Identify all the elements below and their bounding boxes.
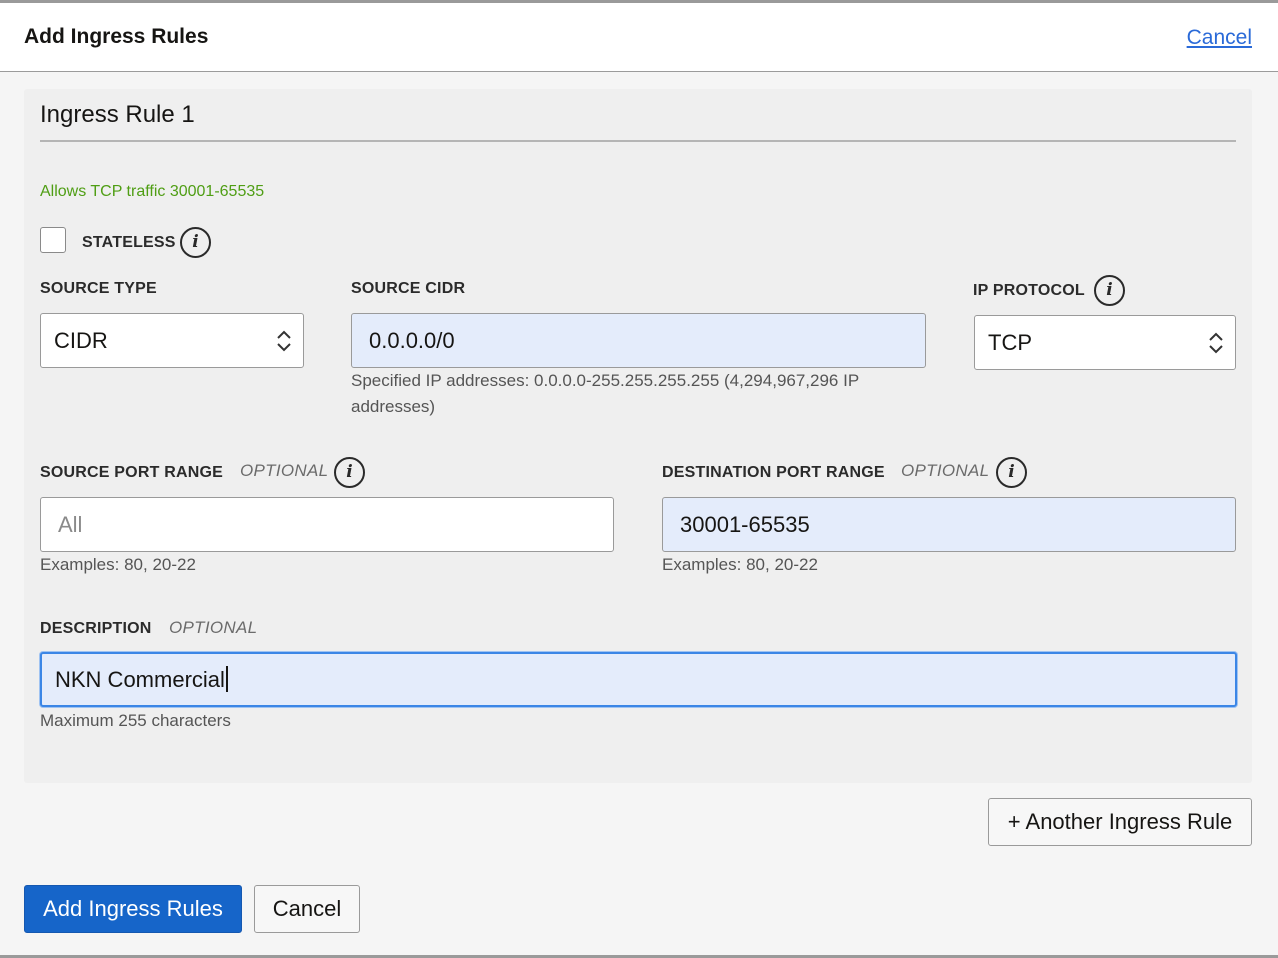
- ingress-rule-title: Ingress Rule 1: [40, 101, 195, 128]
- ip-protocol-info-icon[interactable]: i: [1094, 275, 1125, 306]
- source-cidr-hint: Specified IP addresses: 0.0.0.0-255.255.…: [351, 368, 859, 420]
- stateless-info-icon[interactable]: i: [180, 227, 211, 258]
- description-label: DESCRIPTION: [40, 620, 152, 637]
- text-cursor: [225, 666, 228, 692]
- add-ingress-rules-dialog: Add Ingress Rules Cancel Ingress Rule 1 …: [0, 0, 1278, 958]
- destination-port-range-hint: Examples: 80, 20-22: [662, 555, 818, 574]
- description-hint: Maximum 255 characters: [40, 711, 231, 730]
- dialog-header: Add Ingress Rules Cancel: [0, 3, 1278, 72]
- ip-protocol-select[interactable]: TCP: [974, 315, 1236, 370]
- chevron-up-down-icon: [1209, 332, 1223, 354]
- source-cidr-label: SOURCE CIDR: [351, 280, 466, 297]
- source-cidr-hint-line1: Specified IP addresses: 0.0.0.0-255.255.…: [351, 371, 860, 390]
- source-type-label: SOURCE TYPE: [40, 280, 157, 297]
- rule-summary: Allows TCP traffic 30001-65535: [40, 183, 265, 200]
- ip-protocol-label: IP PROTOCOL: [973, 282, 1085, 299]
- add-ingress-rules-button[interactable]: Add Ingress Rules: [24, 885, 242, 933]
- header-cancel-link[interactable]: Cancel: [1187, 26, 1252, 50]
- another-ingress-rule-button[interactable]: + Another Ingress Rule: [988, 798, 1252, 846]
- source-cidr-hint-line2: addresses): [351, 397, 436, 416]
- source-cidr-input[interactable]: 0.0.0.0/0: [351, 313, 926, 368]
- source-port-range-input[interactable]: All: [40, 497, 614, 552]
- source-port-range-info-icon[interactable]: i: [334, 457, 365, 488]
- destination-port-range-input[interactable]: 30001-65535: [662, 497, 1236, 552]
- source-port-range-label: SOURCE PORT RANGE: [40, 464, 223, 481]
- description-optional: OPTIONAL: [169, 618, 258, 637]
- destination-port-range-label: DESTINATION PORT RANGE: [662, 464, 885, 481]
- description-input[interactable]: NKN Commercial: [40, 652, 1237, 707]
- ingress-rule-panel: Ingress Rule 1 Allows TCP traffic 30001-…: [24, 89, 1252, 783]
- ip-protocol-value: TCP: [988, 330, 1032, 355]
- stateless-checkbox[interactable]: [40, 227, 66, 253]
- source-port-range-hint: Examples: 80, 20-22: [40, 555, 196, 574]
- dialog-title: Add Ingress Rules: [24, 25, 209, 48]
- source-type-select[interactable]: CIDR: [40, 313, 304, 368]
- destination-port-range-info-icon[interactable]: i: [996, 457, 1027, 488]
- stateless-label: STATELESS: [82, 234, 176, 251]
- chevron-up-down-icon: [277, 330, 291, 352]
- source-type-value: CIDR: [54, 328, 108, 353]
- destination-port-range-optional: OPTIONAL: [901, 461, 990, 480]
- cancel-button[interactable]: Cancel: [254, 885, 360, 933]
- panel-divider: [40, 140, 1236, 142]
- source-port-range-optional: OPTIONAL: [240, 461, 329, 480]
- description-value: NKN Commercial: [55, 667, 225, 692]
